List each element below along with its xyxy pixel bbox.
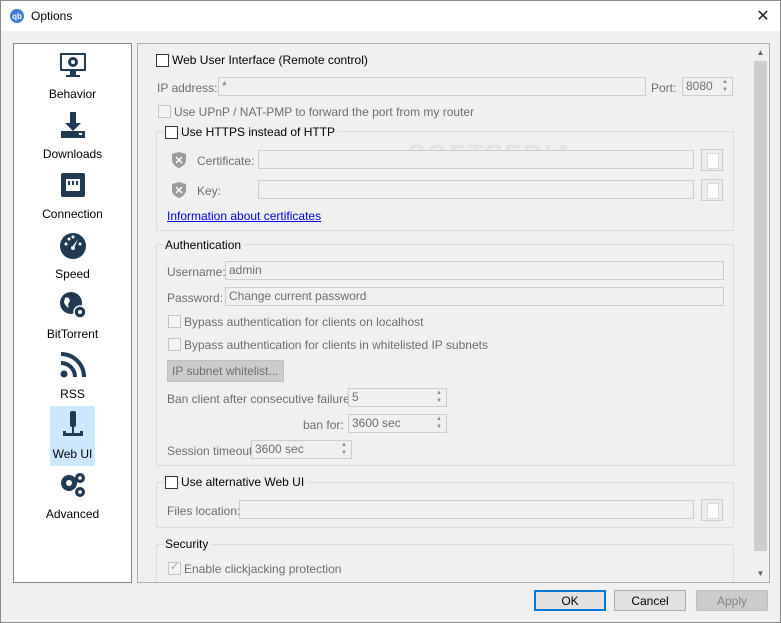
ip-subnet-whitelist-button[interactable]: IP subnet whitelist... xyxy=(167,360,284,382)
webui-settings-panel: SOFTPEDIA Web User Interface (Remote con… xyxy=(137,43,770,583)
sidebar-item-label: RSS xyxy=(60,387,85,401)
monitor-gear-icon xyxy=(59,53,86,77)
key-label: Key: xyxy=(197,184,222,198)
password-label: Password: xyxy=(167,291,224,305)
authentication-title: Authentication xyxy=(165,238,245,252)
upnp-checkbox[interactable] xyxy=(158,105,171,118)
network-port-icon xyxy=(60,173,85,197)
key-field[interactable] xyxy=(258,180,694,199)
sidebar-item-label: Behavior xyxy=(48,87,97,101)
sidebar-item-advanced[interactable]: Advanced xyxy=(14,466,131,526)
sidebar-item-speed[interactable]: Speed xyxy=(14,226,131,286)
ban-for-value: 3600 sec xyxy=(352,416,401,430)
sidebar-item-connection[interactable]: Connection xyxy=(14,166,131,226)
sidebar-item-label: Connection xyxy=(42,207,103,221)
title-bar: qb Options ✕ xyxy=(1,1,780,31)
window-title: Options xyxy=(31,9,73,23)
close-icon[interactable]: ✕ xyxy=(746,1,780,31)
port-value: 8080 xyxy=(686,79,713,93)
sidebar-item-label: Downloads xyxy=(42,147,103,161)
sidebar-item-label: Advanced xyxy=(45,507,100,521)
webui-plug-icon xyxy=(62,411,83,436)
password-field[interactable]: Change current password xyxy=(225,287,724,306)
certificate-browse-button[interactable] xyxy=(701,149,723,171)
https-label: Use HTTPS instead of HTTP xyxy=(181,125,339,139)
ban-failures-label: Ban client after consecutive failures: xyxy=(167,392,360,406)
files-location-label: Files location: xyxy=(167,504,241,518)
download-tray-icon xyxy=(60,112,85,138)
vertical-scrollbar[interactable]: ▲ ▼ xyxy=(752,44,769,582)
certificate-field[interactable] xyxy=(258,150,694,169)
scrollbar-thumb[interactable] xyxy=(754,61,767,551)
sidebar-item-label: BitTorrent xyxy=(46,327,99,341)
username-field[interactable]: admin xyxy=(225,261,724,280)
session-timeout-label: Session timeout: xyxy=(167,444,256,458)
upnp-label: Use UPnP / NAT-PMP to forward the port f… xyxy=(174,105,475,119)
alt-webui-checkbox[interactable] xyxy=(165,476,178,489)
ban-failures-spinbox[interactable]: 5 ▲ ▼ xyxy=(348,388,447,407)
spin-arrows-icon[interactable]: ▲ ▼ xyxy=(433,389,445,406)
sidebar-item-label: Web UI xyxy=(52,447,93,461)
cancel-button[interactable]: Cancel xyxy=(614,590,686,611)
gears-icon xyxy=(60,473,85,497)
sidebar-item-downloads[interactable]: Downloads xyxy=(14,106,131,166)
sidebar-item-bittorrent[interactable]: BitTorrent xyxy=(14,286,131,346)
spin-arrows-icon[interactable]: ▲ ▼ xyxy=(433,415,445,432)
speedometer-icon xyxy=(59,233,86,259)
files-location-field[interactable] xyxy=(239,500,694,519)
rss-icon xyxy=(60,352,86,378)
globe-gear-icon xyxy=(59,292,87,319)
port-label: Port: xyxy=(651,81,677,95)
ban-for-label: ban for: xyxy=(303,418,344,432)
webui-enable-label: Web User Interface (Remote control) xyxy=(172,53,368,67)
session-timeout-spinbox[interactable]: 3600 sec ▲ ▼ xyxy=(251,440,352,459)
apply-button[interactable]: Apply xyxy=(696,590,768,611)
ip-address-label: IP address: xyxy=(157,81,218,95)
security-title: Security xyxy=(165,537,212,551)
certificate-label: Certificate: xyxy=(197,154,255,168)
bypass-localhost-label: Bypass authentication for clients on loc… xyxy=(184,315,424,329)
bypass-whitelist-label: Bypass authentication for clients in whi… xyxy=(184,338,488,352)
key-browse-button[interactable] xyxy=(701,179,723,201)
qbittorrent-logo-icon: qb xyxy=(10,9,24,23)
clickjacking-checkbox[interactable] xyxy=(168,560,181,575)
scroll-down-icon[interactable]: ▼ xyxy=(752,565,769,582)
shield-icon xyxy=(172,182,186,198)
spin-arrows-icon[interactable]: ▲ ▼ xyxy=(719,78,731,95)
clickjacking-label: Enable clickjacking protection xyxy=(184,562,342,576)
sidebar-item-label: Speed xyxy=(55,267,90,281)
spin-arrows-icon[interactable]: ▲ ▼ xyxy=(338,441,350,458)
port-spinbox[interactable]: 8080 ▲ ▼ xyxy=(682,77,733,96)
ban-for-spinbox[interactable]: 3600 sec ▲ ▼ xyxy=(348,414,447,433)
webui-enable-checkbox[interactable] xyxy=(156,54,169,67)
session-timeout-value: 3600 sec xyxy=(255,442,304,456)
options-dialog: qb Options ✕ Behavior Downloads Connecti… xyxy=(0,0,781,623)
bypass-whitelist-checkbox[interactable] xyxy=(168,338,181,351)
options-sidebar: Behavior Downloads Connection Speed BitT… xyxy=(13,43,132,583)
certificates-info-link[interactable]: Information about certificates xyxy=(167,209,321,223)
bypass-localhost-checkbox[interactable] xyxy=(168,315,181,328)
alt-webui-label: Use alternative Web UI xyxy=(181,475,308,489)
files-location-browse-button[interactable] xyxy=(701,499,723,521)
ban-failures-value: 5 xyxy=(352,390,359,404)
ok-button[interactable]: OK xyxy=(534,590,606,611)
shield-icon xyxy=(172,152,186,168)
ip-address-field[interactable]: * xyxy=(218,77,646,96)
sidebar-item-behavior[interactable]: Behavior xyxy=(14,46,131,106)
https-checkbox[interactable] xyxy=(165,126,178,139)
sidebar-item-rss[interactable]: RSS xyxy=(14,346,131,406)
scroll-up-icon[interactable]: ▲ xyxy=(752,44,769,61)
username-label: Username: xyxy=(167,265,226,279)
sidebar-item-webui[interactable]: Web UI xyxy=(14,406,131,466)
